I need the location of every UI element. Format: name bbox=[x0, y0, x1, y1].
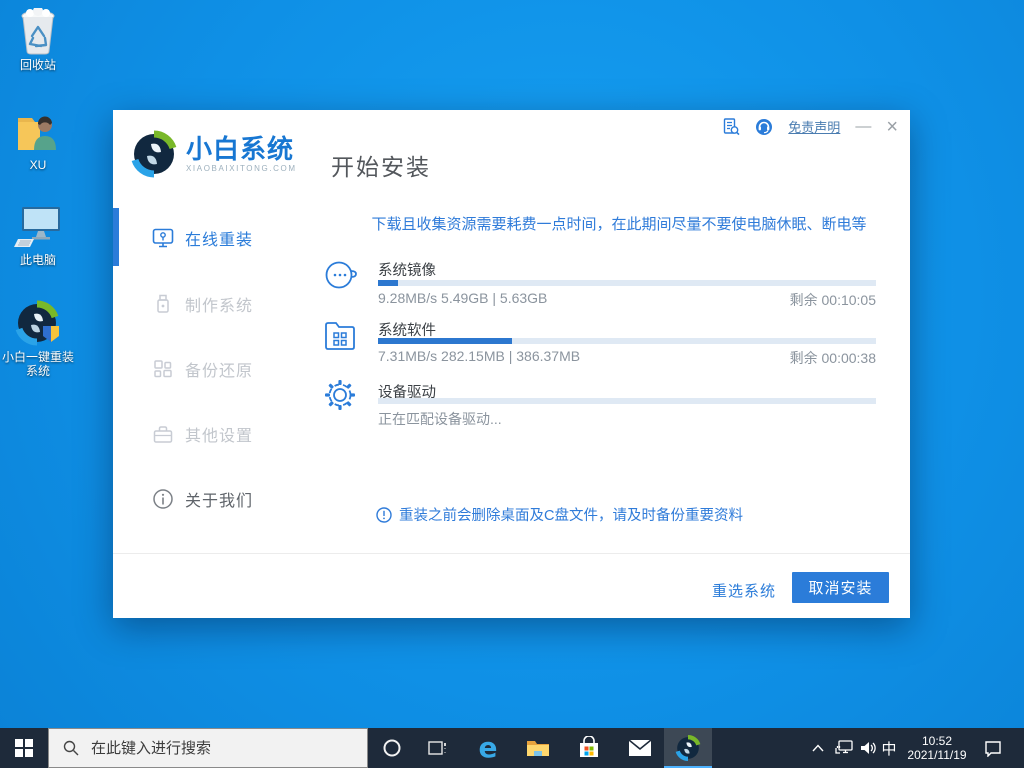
desktop-icon-label: 小白一键重装系统 bbox=[0, 350, 76, 378]
log-viewer-icon[interactable] bbox=[722, 118, 740, 136]
xiaobai-app-window: 免责声明 — × 小白系统 XIAOBAIXITONG.COM 开始安装 在线重… bbox=[113, 110, 910, 618]
task-view-icon bbox=[428, 739, 448, 757]
minimize-button[interactable]: — bbox=[855, 122, 871, 132]
disclaimer-link[interactable]: 免责声明 bbox=[788, 117, 840, 136]
brand-name: 小白系统 bbox=[186, 136, 297, 162]
windows-logo-icon bbox=[15, 739, 33, 757]
taskbar-search[interactable] bbox=[48, 728, 368, 768]
task-stats-row: 7.31MB/s 282.15MB | 386.37MB 剩余 00:00:38 bbox=[378, 348, 876, 368]
desktop-icon-user-folder[interactable]: XU bbox=[0, 108, 76, 172]
taskbar-app-edge[interactable]: e bbox=[464, 728, 512, 768]
speaker-icon bbox=[860, 740, 877, 756]
footer-divider bbox=[113, 553, 910, 554]
user-folder-icon bbox=[14, 108, 62, 156]
progress-bar-system-image bbox=[378, 280, 876, 286]
driver-status-text: 正在匹配设备驱动... bbox=[378, 409, 502, 429]
progress-fill bbox=[378, 338, 512, 344]
taskbar: e bbox=[0, 728, 1024, 768]
clock-date: 2021/11/19 bbox=[907, 748, 966, 762]
cancel-install-button[interactable]: 取消安装 bbox=[792, 572, 889, 603]
desktop-icon-label: 此电脑 bbox=[0, 253, 76, 267]
system-software-icon bbox=[322, 317, 358, 353]
taskbar-app-xiaobai[interactable] bbox=[664, 728, 712, 768]
progress-bar-system-software bbox=[378, 338, 876, 344]
desktop-icon-label: 回收站 bbox=[0, 58, 76, 72]
ime-label: 中 bbox=[881, 738, 896, 759]
xiaobai-logo-icon bbox=[130, 130, 178, 178]
xiaobai-logo-icon bbox=[14, 300, 62, 348]
search-input[interactable] bbox=[89, 739, 343, 758]
task-remaining: 剩余 00:00:38 bbox=[790, 348, 876, 368]
taskbar-app-file-explorer[interactable] bbox=[514, 728, 562, 768]
cortana-button[interactable] bbox=[368, 728, 416, 768]
download-notice: 下载且收集资源需要耗费一点时间，在此期间尽量不要使电脑休眠、断电等 bbox=[338, 213, 900, 234]
network-icon bbox=[835, 740, 853, 756]
page-title: 开始安装 bbox=[331, 148, 431, 182]
backup-warning: 重装之前会删除桌面及C盘文件，请及时备份重要资料 bbox=[376, 504, 743, 525]
task-speed-size: 7.31MB/s 282.15MB | 386.37MB bbox=[378, 348, 580, 368]
backup-warning-text: 重装之前会删除桌面及C盘文件，请及时备份重要资料 bbox=[399, 504, 743, 525]
task-remaining: 剩余 00:10:05 bbox=[790, 290, 876, 310]
reselect-system-button[interactable]: 重选系统 bbox=[712, 580, 776, 601]
recycle-bin-icon bbox=[14, 8, 62, 56]
sidebar-item-label: 在线重装 bbox=[185, 226, 253, 250]
sidebar-item-label: 备份还原 bbox=[185, 357, 253, 381]
taskbar-app-store[interactable] bbox=[565, 728, 613, 768]
taskbar-app-mail[interactable] bbox=[616, 728, 664, 768]
close-button[interactable]: × bbox=[886, 120, 898, 134]
brand-logo: 小白系统 XIAOBAIXITONG.COM bbox=[130, 130, 297, 178]
cortana-icon bbox=[382, 738, 402, 758]
desktop-icon-recycle-bin[interactable]: 回收站 bbox=[0, 8, 76, 72]
file-explorer-icon bbox=[526, 738, 550, 758]
progress-fill bbox=[378, 280, 398, 286]
info-icon bbox=[152, 488, 174, 510]
search-icon bbox=[63, 740, 79, 756]
action-center-icon bbox=[984, 740, 1002, 757]
customer-service-icon[interactable] bbox=[755, 118, 773, 136]
sidebar-item-label: 制作系统 bbox=[185, 292, 253, 316]
tray-network-button[interactable] bbox=[832, 728, 856, 768]
tray-ime-indicator[interactable]: 中 bbox=[878, 728, 900, 768]
brand-domain: XIAOBAIXITONG.COM bbox=[186, 164, 297, 173]
mail-icon bbox=[628, 739, 652, 757]
backup-restore-icon bbox=[152, 358, 174, 380]
sidebar-item-other-settings[interactable]: 其他设置 bbox=[113, 419, 328, 449]
microsoft-store-icon bbox=[578, 736, 600, 760]
desktop-icon-xiaobai-app[interactable]: 小白一键重装系统 bbox=[0, 300, 76, 378]
desktop: { "desktop": { "icons": [ { "label": "回收… bbox=[0, 0, 1024, 768]
sidebar-item-create-system[interactable]: 制作系统 bbox=[113, 289, 328, 319]
sidebar-item-label: 其他设置 bbox=[185, 422, 253, 446]
usb-drive-icon bbox=[152, 293, 174, 315]
edge-icon: e bbox=[479, 734, 498, 762]
device-driver-icon bbox=[322, 377, 358, 413]
task-name: 系统软件 bbox=[378, 319, 436, 340]
start-button[interactable] bbox=[0, 728, 48, 768]
exclamation-circle-icon bbox=[376, 507, 392, 523]
this-pc-icon bbox=[14, 203, 62, 251]
tray-expand-button[interactable] bbox=[806, 728, 830, 768]
desktop-icon-this-pc[interactable]: 此电脑 bbox=[0, 203, 76, 267]
chevron-up-icon bbox=[812, 744, 824, 752]
sidebar-item-label: 关于我们 bbox=[185, 487, 253, 511]
sidebar-item-online-reinstall[interactable]: 在线重装 bbox=[113, 223, 328, 253]
sidebar-item-about-us[interactable]: 关于我们 bbox=[113, 484, 328, 514]
toolbox-icon bbox=[152, 423, 174, 445]
task-name: 系统镜像 bbox=[378, 259, 436, 280]
tray-volume-button[interactable] bbox=[856, 728, 880, 768]
task-view-button[interactable] bbox=[416, 728, 460, 768]
titlebar-actions: 免责声明 — × bbox=[722, 117, 898, 136]
action-center-button[interactable] bbox=[976, 728, 1010, 768]
tray-clock[interactable]: 10:52 2021/11/19 bbox=[900, 728, 974, 768]
clock-time: 10:52 bbox=[922, 734, 952, 748]
progress-bar-device-driver bbox=[378, 398, 876, 404]
desktop-icon-label: XU bbox=[0, 158, 76, 172]
task-speed-size: 9.28MB/s 5.49GB | 5.63GB bbox=[378, 290, 547, 310]
xiaobai-logo-icon bbox=[675, 735, 701, 761]
system-image-icon bbox=[322, 257, 358, 293]
task-stats-row: 9.28MB/s 5.49GB | 5.63GB 剩余 00:10:05 bbox=[378, 290, 876, 310]
sidebar-item-backup-restore[interactable]: 备份还原 bbox=[113, 354, 328, 384]
online-reinstall-icon bbox=[152, 227, 174, 249]
